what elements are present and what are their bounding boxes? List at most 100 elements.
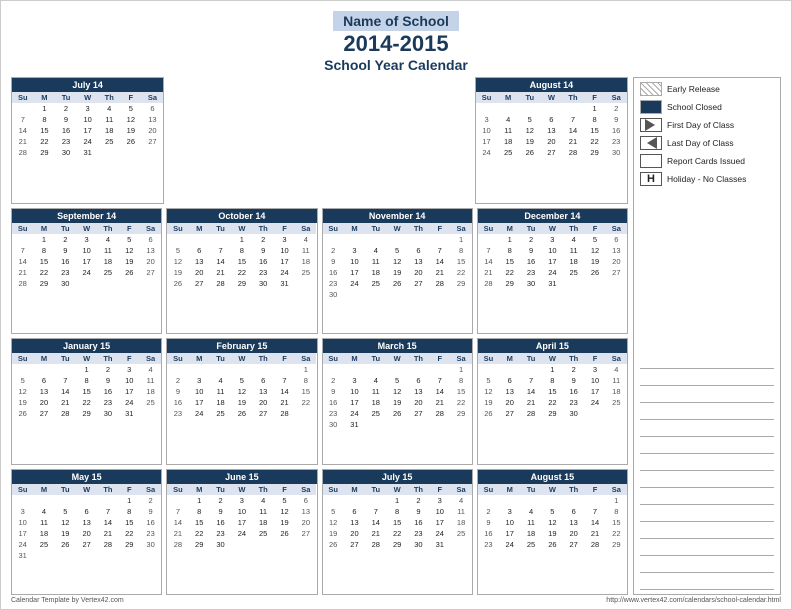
- calendar-day: 9: [323, 386, 344, 397]
- calendar-day: [520, 495, 541, 506]
- calendar-day: 29: [189, 539, 210, 550]
- legend-item: HHoliday - No Classes: [640, 172, 774, 186]
- calendar-day: 14: [520, 386, 541, 397]
- legend-icon-square: [640, 154, 662, 168]
- day-of-week: W: [231, 484, 252, 495]
- day-of-week: Su: [167, 484, 188, 495]
- legend-line: [640, 525, 774, 539]
- calendar-day: 22: [231, 267, 252, 278]
- calendar-day: 2: [323, 375, 344, 386]
- calendar-day: 5: [386, 245, 407, 256]
- calendar-day: 21: [12, 136, 34, 147]
- calendar-day: 25: [563, 267, 584, 278]
- calendar-day: 25: [33, 539, 54, 550]
- calendar-day: 31: [429, 539, 450, 550]
- calendar-day: [323, 364, 344, 375]
- calendar-day: 27: [563, 539, 584, 550]
- calendar-day: 1: [76, 364, 97, 375]
- day-of-week: M: [499, 484, 520, 495]
- calendar-day: 11: [450, 506, 471, 517]
- calendar-day: [408, 364, 429, 375]
- calendar-day: [189, 234, 210, 245]
- calendar-day: 24: [344, 278, 365, 289]
- day-of-week: F: [584, 484, 605, 495]
- legend-line: [640, 474, 774, 488]
- calendar-day: 11: [253, 506, 274, 517]
- calendar-day: [386, 234, 407, 245]
- day-of-week: F: [274, 353, 295, 364]
- month-grid: SuMTuWThFSa12345678910111213141516171819…: [323, 484, 472, 550]
- calendar-day: 22: [295, 397, 316, 408]
- calendar-day: 25: [365, 278, 386, 289]
- day-of-week: M: [189, 484, 210, 495]
- day-of-week: Su: [323, 353, 344, 364]
- calendar-day: 28: [429, 278, 450, 289]
- month-header: August 15: [478, 470, 627, 484]
- calendar-day: 3: [344, 245, 365, 256]
- calendar-month: June 15SuMTuWThFSa1234567891011121314151…: [166, 469, 317, 596]
- day-of-week: Su: [478, 223, 499, 234]
- calendar-day: 22: [450, 397, 471, 408]
- calendar-day: 4: [563, 234, 584, 245]
- calendar-day: 25: [140, 397, 161, 408]
- calendar-day: 1: [295, 364, 316, 375]
- day-of-week: Sa: [295, 223, 316, 234]
- calendar-day: 18: [563, 256, 584, 267]
- month-header: January 15: [12, 339, 161, 353]
- calendar-day: 3: [119, 364, 140, 375]
- calendar-day: 12: [120, 114, 142, 125]
- day-of-week: Sa: [140, 223, 161, 234]
- legend-area: Early ReleaseSchool ClosedFirst Day of C…: [633, 77, 781, 595]
- month-grid: SuMTuWThFSa12345678910111213141516171819…: [167, 484, 316, 550]
- month-grid: SuMTuWThFSa12345678910111213141516171819…: [478, 353, 627, 419]
- calendar-day: 15: [33, 256, 54, 267]
- calendar-day: 24: [499, 539, 520, 550]
- calendar-day: 14: [274, 386, 295, 397]
- calendar-day: 14: [429, 386, 450, 397]
- calendar-day: 7: [12, 245, 33, 256]
- calendar-day: 11: [98, 114, 120, 125]
- calendar-day: 26: [231, 408, 252, 419]
- calendar-day: 14: [429, 256, 450, 267]
- calendar-day: 23: [323, 408, 344, 419]
- calendar-day: 28: [12, 147, 34, 158]
- month-grid: SuMTuWThFSa12345678910111213141516171819…: [167, 353, 316, 419]
- calendar-month: January 15SuMTuWThFSa1234567891011121314…: [11, 338, 162, 465]
- calendar-day: 28: [520, 408, 541, 419]
- day-of-week: Tu: [55, 353, 76, 364]
- calendar-day: 16: [140, 517, 161, 528]
- month-header: May 15: [12, 470, 161, 484]
- calendar-day: 16: [520, 256, 541, 267]
- calendar-day: [519, 103, 541, 114]
- calendar-day: 13: [142, 114, 164, 125]
- calendar-day: [55, 364, 76, 375]
- calendar-day: 23: [478, 539, 499, 550]
- legend-line: [640, 440, 774, 454]
- calendar-day: 13: [408, 386, 429, 397]
- legend-item-text: Holiday - No Classes: [667, 174, 746, 184]
- calendar-day: 25: [253, 528, 274, 539]
- calendar-day: 7: [429, 375, 450, 386]
- header: Name of School 2014-2015 School Year Cal…: [11, 11, 781, 73]
- calendar-day: 27: [253, 408, 274, 419]
- calendar-day: 10: [231, 506, 252, 517]
- calendar-day: 19: [519, 136, 541, 147]
- calendar-day: 31: [344, 419, 365, 430]
- calendar-day: 12: [119, 245, 140, 256]
- calendar-day: [210, 234, 231, 245]
- calendar-day: 10: [344, 386, 365, 397]
- calendars-area: July 14SuMTuWThFSa1234567891011121314151…: [11, 77, 628, 595]
- day-of-week: Th: [97, 353, 118, 364]
- calendar-day: [499, 495, 520, 506]
- legend-icon-triangle-left: [640, 136, 662, 150]
- month-grid: SuMTuWThFSa12345678910111213141516171819…: [476, 92, 627, 158]
- calendar-day: 12: [167, 256, 188, 267]
- calendar-day: 27: [499, 408, 520, 419]
- calendar-day: 23: [605, 136, 627, 147]
- legend-line: [640, 406, 774, 420]
- calendar-day: 8: [584, 114, 606, 125]
- calendar-day: 25: [365, 408, 386, 419]
- calendar-day: 3: [499, 506, 520, 517]
- day-of-week: Tu: [520, 353, 541, 364]
- calendar-day: 23: [323, 278, 344, 289]
